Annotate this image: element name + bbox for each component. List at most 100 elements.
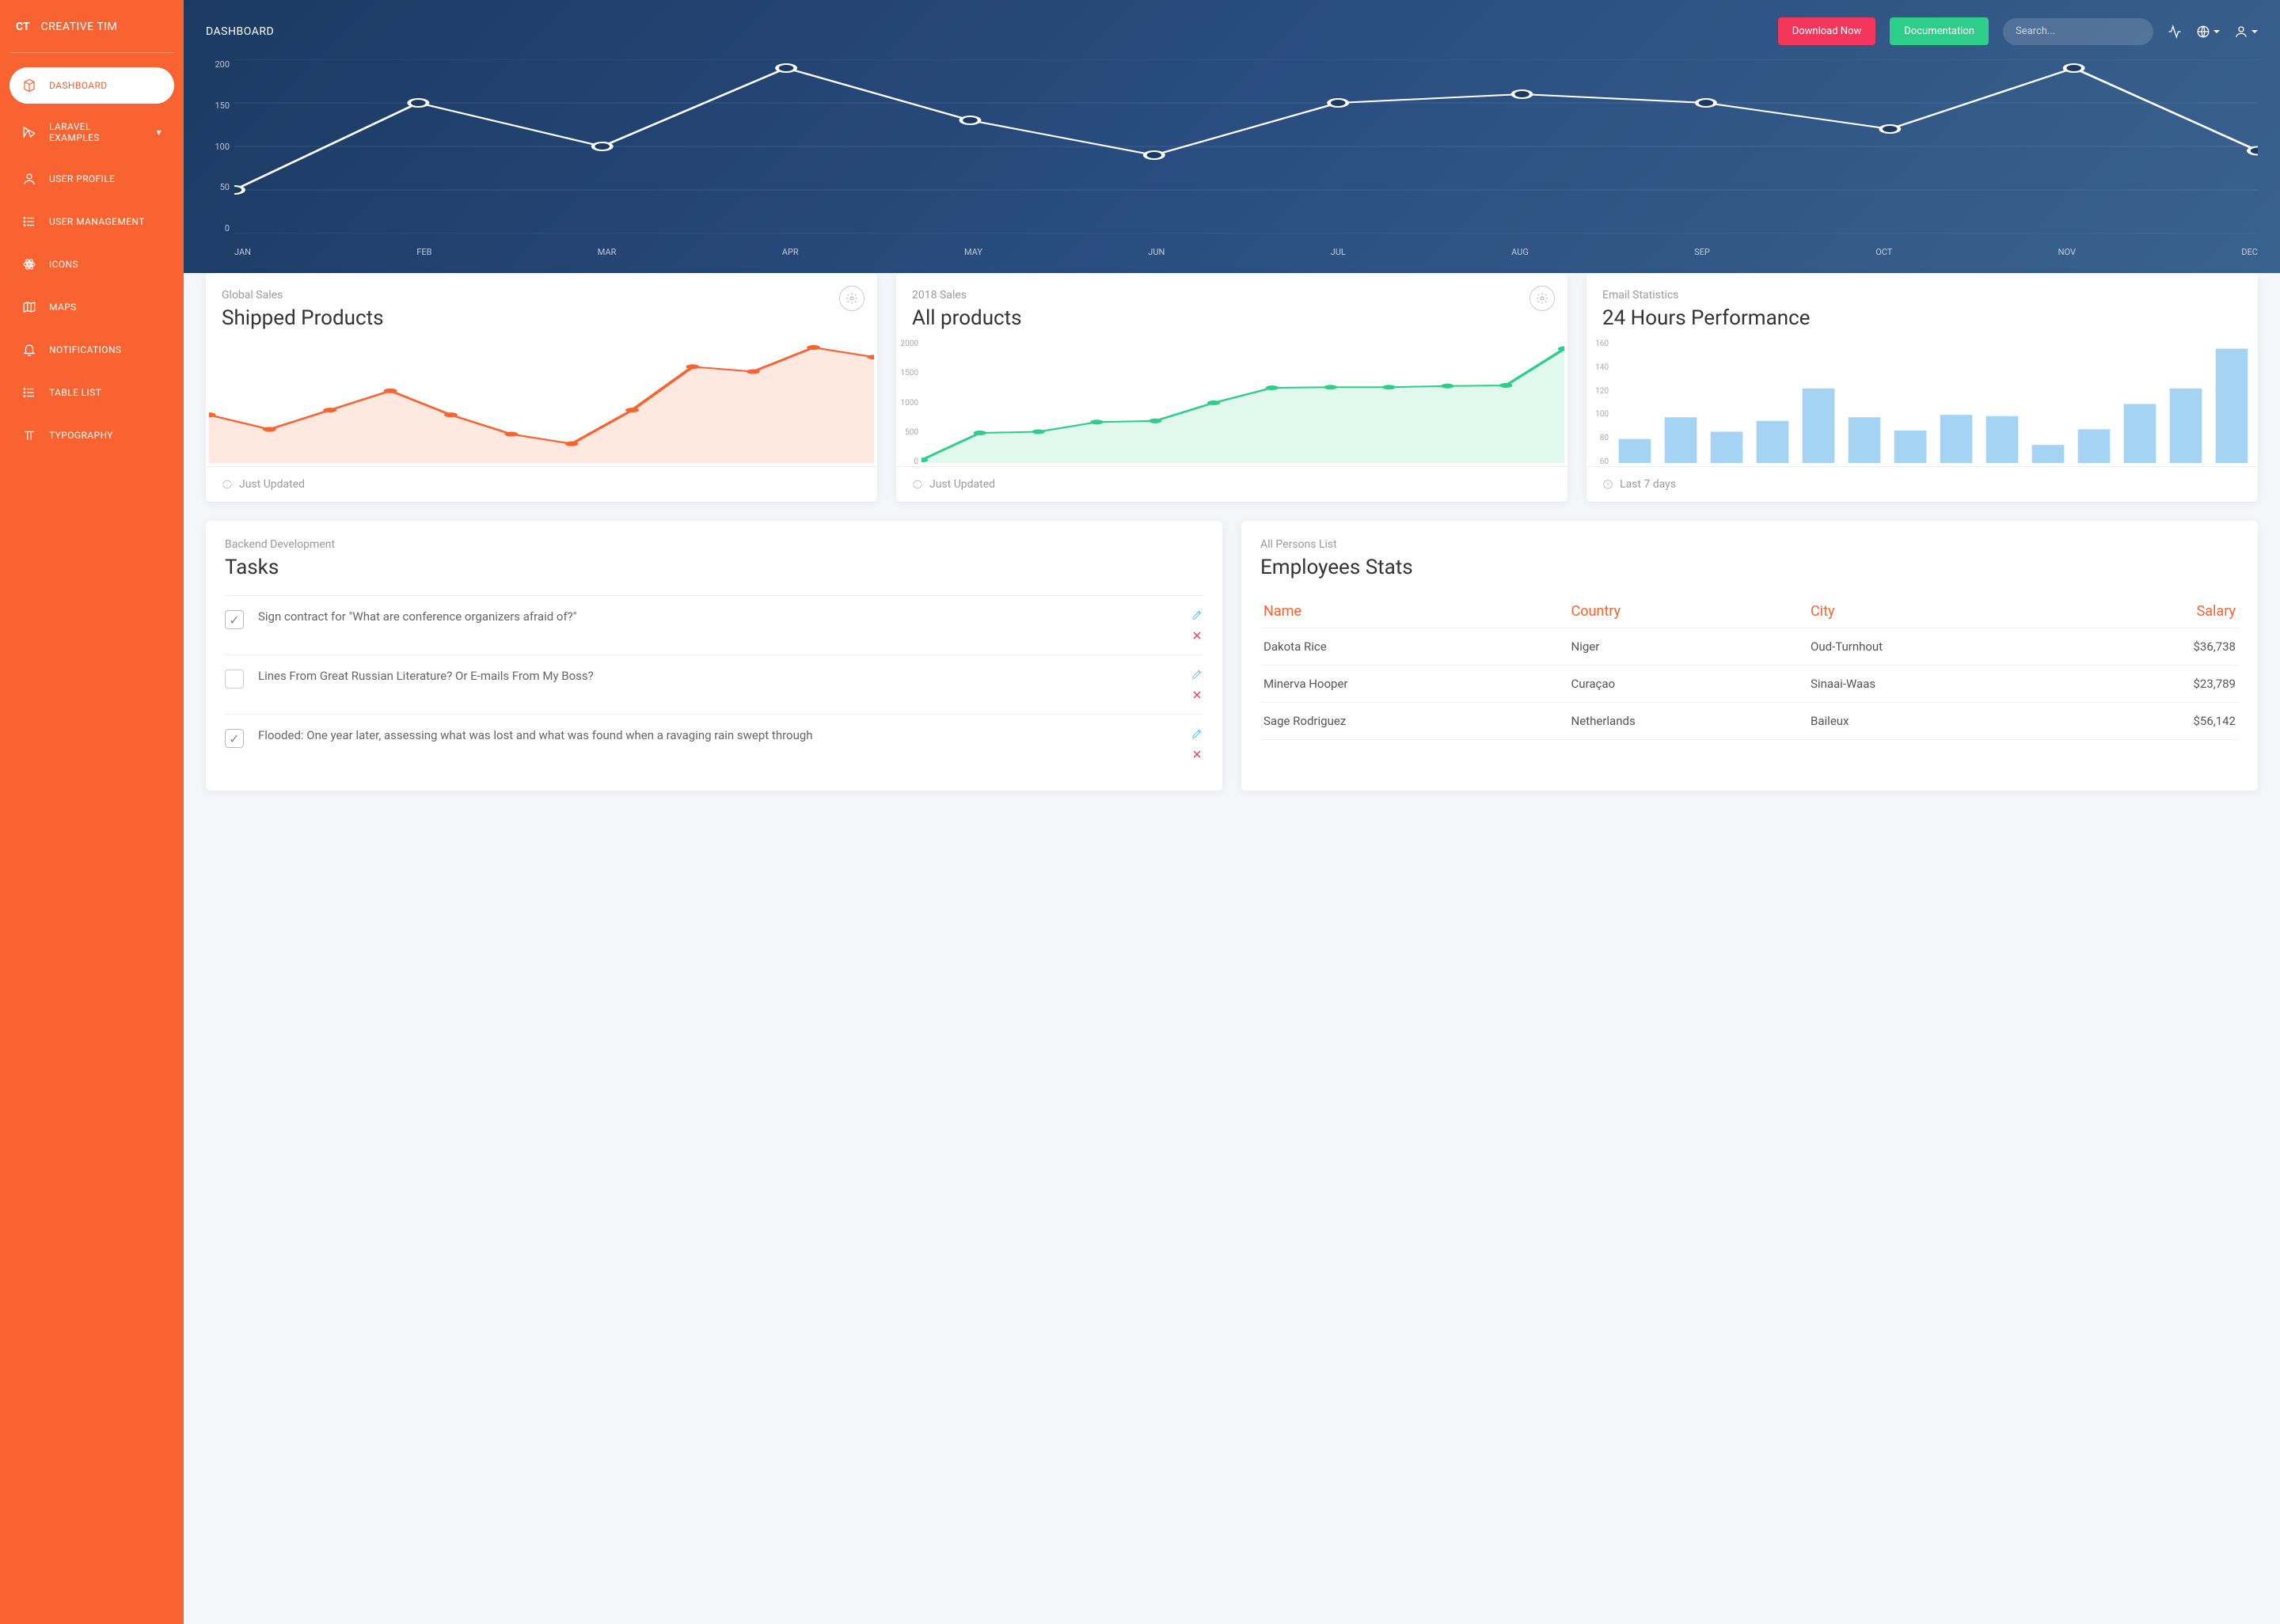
table-cell: Curaçao — [1568, 666, 1807, 703]
delete-icon[interactable] — [1191, 748, 1203, 761]
x-tick: MAY — [964, 247, 982, 257]
table-row: Dakota RiceNigerOud-Turnhout$36,738 — [1260, 628, 2239, 666]
table-header: Salary — [2073, 595, 2239, 628]
sidebar-item-label: NOTIFICATIONS — [49, 344, 121, 355]
documentation-button[interactable]: Documentation — [1890, 17, 1989, 45]
user-menu[interactable] — [2234, 25, 2258, 39]
card-hours: Email Statistics 24 Hours Performance 16… — [1586, 273, 2258, 502]
y-tick: 100 — [206, 142, 230, 152]
sidebar-item-laravel-examples[interactable]: LARAVEL EXAMPLES▾ — [10, 110, 174, 154]
card-title: 24 Hours Performance — [1602, 306, 2242, 330]
cube-icon — [22, 78, 36, 93]
card-allproducts: 2018 Sales All products 2000150010005000… — [896, 273, 1568, 502]
sidebar-item-notifications[interactable]: NOTIFICATIONS — [10, 332, 174, 368]
edit-icon[interactable] — [1191, 609, 1203, 621]
y-tick: 1500 — [896, 369, 918, 378]
task-text: Flooded: One year later, assessing what … — [258, 727, 1176, 744]
x-tick: APR — [782, 247, 799, 257]
sidebar-item-typography[interactable]: TYPOGRAPHY — [10, 417, 174, 453]
employees-subtitle: All Persons List — [1260, 538, 2239, 551]
card-footer: Just Updated — [206, 466, 877, 502]
card-settings-button[interactable] — [1530, 286, 1555, 311]
y-tick: 200 — [206, 59, 230, 70]
tasks-title: Tasks — [225, 556, 1203, 579]
card-settings-button[interactable] — [839, 286, 864, 311]
delete-icon[interactable] — [1191, 689, 1203, 701]
table-cell: $56,142 — [2073, 703, 2239, 740]
card-subtitle: 2018 Sales — [912, 289, 1552, 302]
y-tick: 0 — [896, 457, 918, 466]
table-header: Name — [1260, 595, 1568, 628]
tasks-subtitle: Backend Development — [225, 538, 1203, 551]
type-icon — [22, 428, 36, 442]
sidebar-item-maps[interactable]: MAPS — [10, 289, 174, 325]
list-icon — [22, 214, 36, 229]
table-cell: Netherlands — [1568, 703, 1807, 740]
y-tick: 120 — [1586, 387, 1609, 396]
chevron-down-icon — [2214, 30, 2220, 33]
task-checkbox[interactable]: ✓ — [225, 729, 244, 748]
refresh-icon — [222, 479, 233, 490]
card-footer-text: Last 7 days — [1620, 478, 1676, 491]
employees-title: Employees Stats — [1260, 556, 2239, 579]
clock-icon — [1602, 479, 1613, 490]
sidebar-item-dashboard[interactable]: DASHBOARD — [10, 67, 174, 104]
sidebar-item-table-list[interactable]: TABLE LIST — [10, 374, 174, 411]
main: DASHBOARD Download Now Documentation 200… — [184, 0, 2280, 1624]
globe-icon — [2196, 25, 2210, 39]
employees-panel: All Persons List Employees Stats NameCou… — [1241, 521, 2258, 791]
task-checkbox[interactable] — [225, 670, 244, 689]
task-checkbox[interactable]: ✓ — [225, 610, 244, 629]
y-tick: 150 — [206, 101, 230, 111]
x-tick: FEB — [416, 247, 431, 257]
x-tick: AUG — [1511, 247, 1529, 257]
task-text: Lines From Great Russian Literature? Or … — [258, 668, 1176, 685]
search-input[interactable] — [2016, 25, 2147, 37]
y-tick: 100 — [1586, 410, 1609, 419]
hero: DASHBOARD Download Now Documentation 200… — [184, 0, 2280, 273]
x-tick: OCT — [1875, 247, 1892, 257]
brand[interactable]: CT CREATIVE TIM — [10, 16, 174, 53]
y-tick: 60 — [1586, 457, 1609, 466]
y-tick: 140 — [1586, 363, 1609, 372]
sidebar: CT CREATIVE TIM DASHBOARD LARAVEL EXAMPLE… — [0, 0, 184, 1624]
download-button[interactable]: Download Now — [1778, 17, 1876, 45]
sidebar-item-label: MAPS — [49, 302, 77, 313]
task-row: Lines From Great Russian Literature? Or … — [225, 655, 1203, 714]
atom-icon — [22, 257, 36, 271]
x-tick: JUL — [1331, 247, 1346, 257]
table-cell: Sinaai-Waas — [1807, 666, 2073, 703]
edit-icon[interactable] — [1191, 668, 1203, 681]
table-row: Sage RodriguezNetherlandsBaileux$56,142 — [1260, 703, 2239, 740]
edit-icon[interactable] — [1191, 727, 1203, 740]
table-row: Minerva HooperCuraçaoSinaai-Waas$23,789 — [1260, 666, 2239, 703]
card-footer: Last 7 days — [1586, 466, 2258, 502]
y-tick: 50 — [206, 182, 230, 192]
y-tick: 80 — [1586, 434, 1609, 442]
table-header: City — [1807, 595, 2073, 628]
refresh-icon — [912, 479, 923, 490]
activity-icon[interactable] — [2168, 25, 2182, 39]
table-header: Country — [1568, 595, 1807, 628]
delete-icon[interactable] — [1191, 629, 1203, 642]
card-shipped: Global Sales Shipped Products Just Updat… — [206, 273, 877, 502]
user-icon — [2234, 25, 2248, 39]
sidebar-item-icons[interactable]: ICONS — [10, 246, 174, 283]
sidebar-item-label: USER MANAGEMENT — [49, 216, 145, 227]
y-tick: 2000 — [896, 340, 918, 348]
list-icon — [22, 385, 36, 400]
mini-chart: 1601401201008060 — [1586, 340, 2258, 466]
sidebar-item-label: ICONS — [49, 259, 78, 270]
chevron-down-icon: ▾ — [157, 127, 162, 138]
main-chart: 200150100500 JANFEBMARAPRMAYJUNJULAUGSEP… — [206, 59, 2258, 257]
sidebar-item-user-management[interactable]: USER MANAGEMENT — [10, 203, 174, 240]
card-title: All products — [912, 306, 1552, 330]
content: Global Sales Shipped Products Just Updat… — [184, 273, 2280, 813]
table-cell: Oud-Turnhout — [1807, 628, 2073, 666]
globe-menu[interactable] — [2196, 25, 2220, 39]
search[interactable] — [2003, 18, 2153, 45]
table-cell: Baileux — [1807, 703, 2073, 740]
sidebar-item-user-profile[interactable]: USER PROFILE — [10, 161, 174, 197]
x-tick: MAR — [598, 247, 617, 257]
table-cell: Sage Rodriguez — [1260, 703, 1568, 740]
